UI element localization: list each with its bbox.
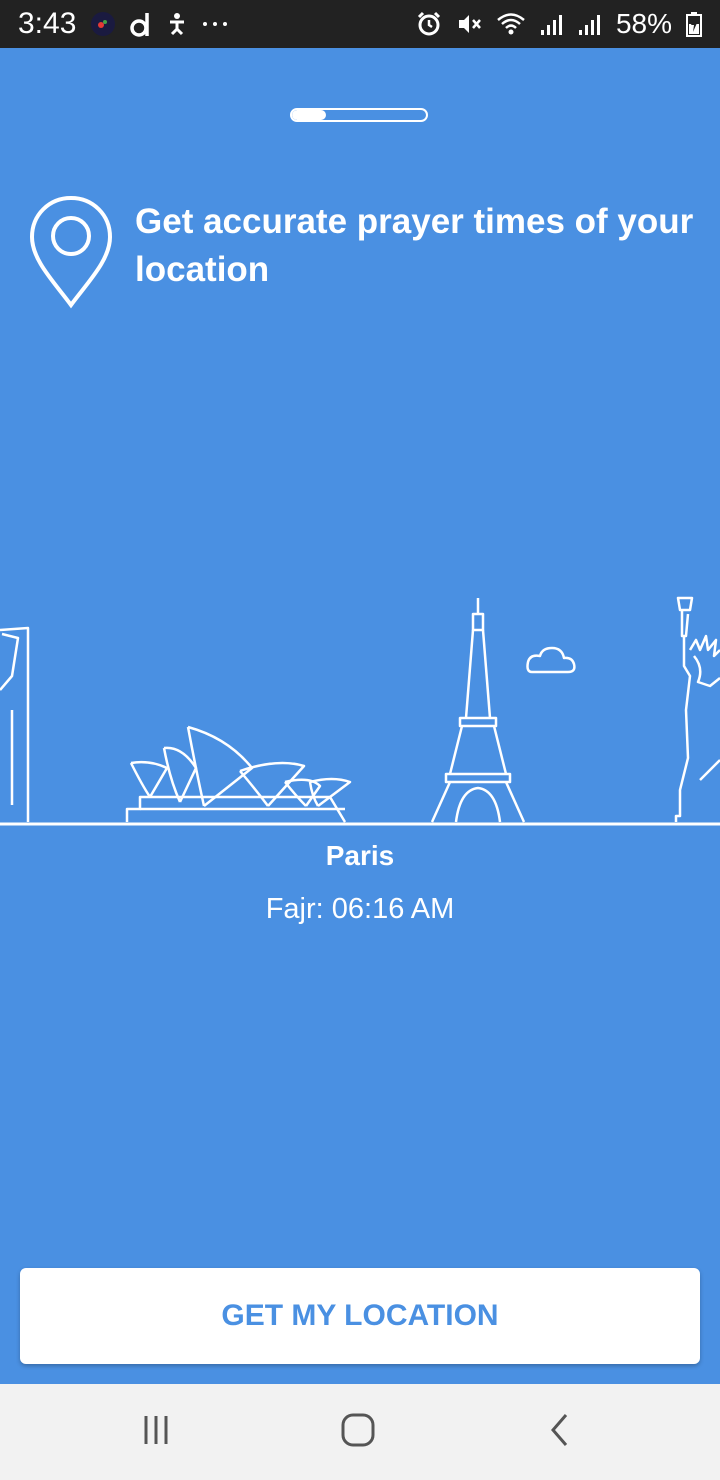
onboarding-progress: [290, 108, 428, 122]
mute-icon: [456, 11, 482, 37]
alarm-icon: [416, 11, 442, 37]
home-icon: [340, 1412, 376, 1453]
recent-apps-icon: [140, 1413, 174, 1452]
cloud-icon: [526, 646, 576, 674]
back-icon: [548, 1412, 572, 1453]
status-bar: 3:43 58%: [0, 0, 720, 48]
eiffel-tower-icon: [430, 598, 526, 823]
status-left: 3:43: [18, 7, 228, 41]
home-button[interactable]: [298, 1384, 418, 1480]
status-right: 58%: [416, 8, 702, 40]
city-skyline-illustration: [0, 590, 720, 835]
onboarding-headline: Get accurate prayer times of your locati…: [135, 202, 694, 289]
signal-icon-2: [578, 12, 602, 36]
wifi-icon: [496, 11, 526, 37]
more-notifications-icon: [202, 20, 228, 28]
back-button[interactable]: [500, 1384, 620, 1480]
battery-percentage: 58%: [615, 8, 672, 39]
battery-icon: [686, 11, 702, 37]
get-my-location-button[interactable]: GET MY LOCATION: [20, 1268, 700, 1364]
opera-house-icon: [125, 725, 352, 823]
statue-of-liberty-icon: [674, 596, 720, 822]
prayer-time: Fajr: 06:16 AM: [265, 893, 455, 925]
onboarding-progress-fill: [292, 110, 326, 120]
location-pin-icon: [28, 194, 114, 315]
left-tower-icon: [0, 626, 30, 822]
recent-apps-button[interactable]: [97, 1384, 217, 1480]
system-nav-bar: [0, 1384, 720, 1480]
accessibility-icon: [166, 12, 188, 36]
signal-icon: [540, 12, 564, 36]
d-app-icon: [130, 10, 152, 38]
app-notification-icon: [90, 11, 116, 37]
status-clock: 3:43: [18, 7, 77, 40]
city-name: Paris: [325, 840, 395, 871]
